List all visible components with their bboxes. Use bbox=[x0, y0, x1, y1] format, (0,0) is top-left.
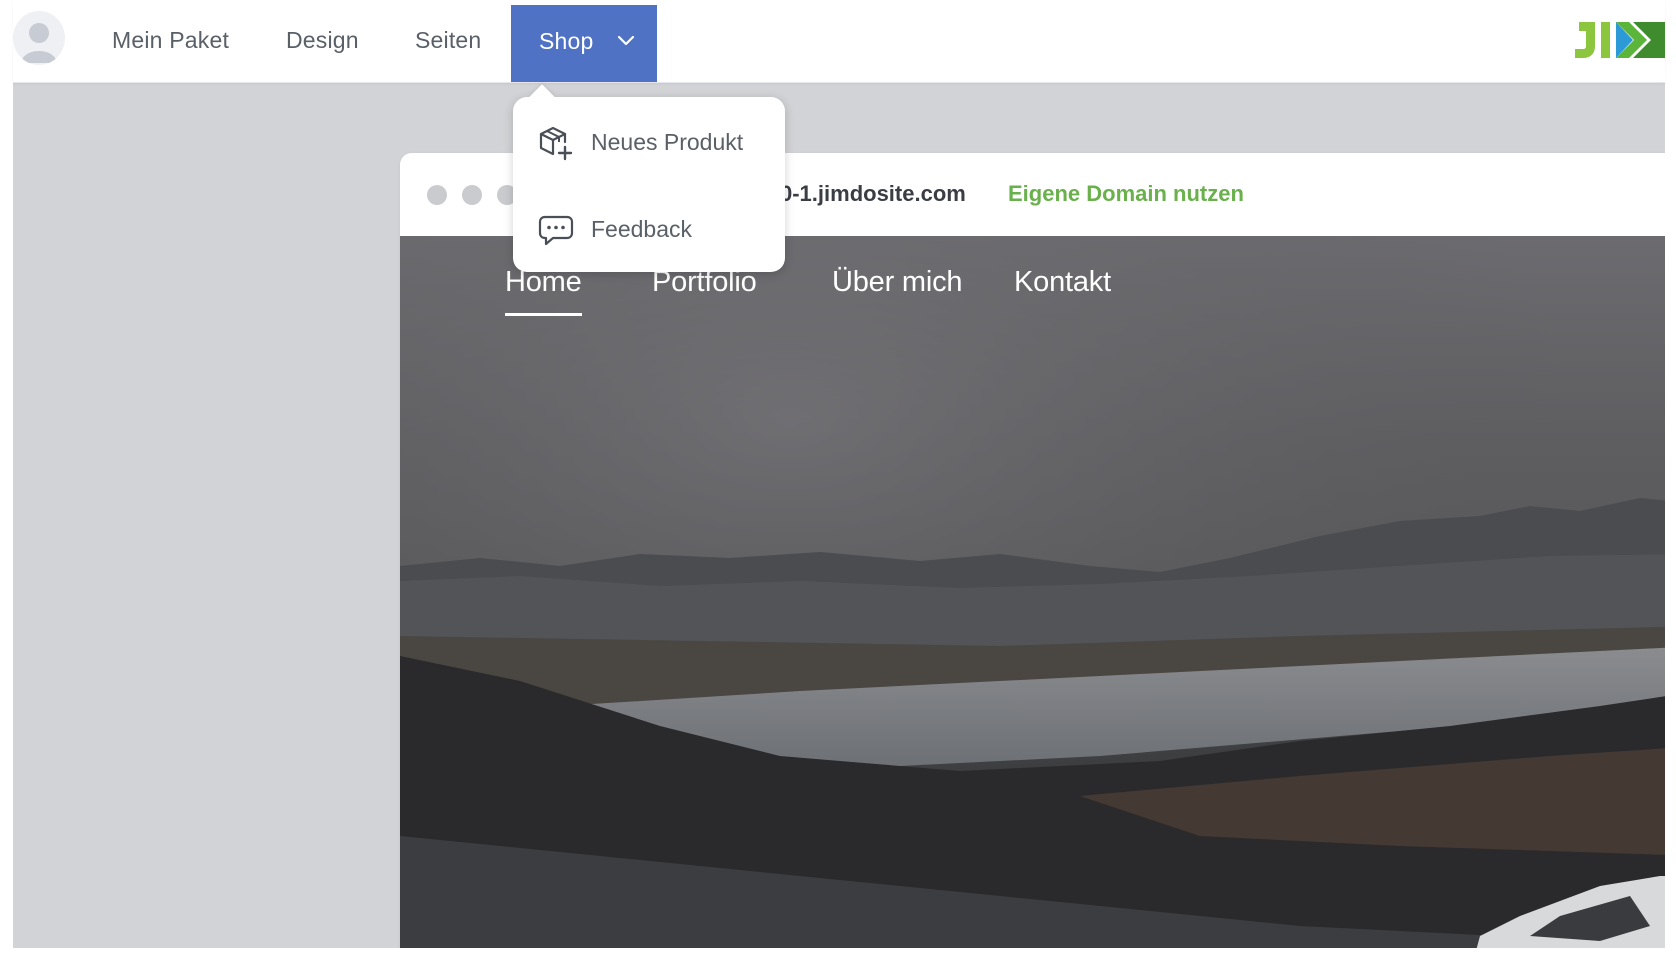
window-dot-icon bbox=[462, 185, 482, 205]
nav-mein-paket[interactable]: Mein Paket bbox=[112, 0, 229, 82]
menu-item-neues-produkt[interactable]: Neues Produkt bbox=[513, 106, 785, 178]
shop-dropdown-menu: Neues Produkt Feedback bbox=[513, 97, 785, 272]
nav-design[interactable]: Design bbox=[286, 0, 359, 82]
nav-shop-button[interactable]: Shop bbox=[511, 5, 657, 82]
site-nav-kontakt[interactable]: Kontakt bbox=[1014, 266, 1111, 299]
site-nav-ueber-mich[interactable]: Über mich bbox=[832, 266, 963, 299]
hero-background-image: Home Portfolio Über mich Kontakt bbox=[400, 236, 1665, 948]
menu-item-label: Feedback bbox=[591, 216, 693, 242]
editor-canvas: 0-1.jimdosite.com Eigene Domain nutzen H… bbox=[13, 82, 1665, 948]
window-dot-icon bbox=[427, 185, 447, 205]
box-plus-icon bbox=[539, 126, 573, 161]
custom-domain-link[interactable]: Eigene Domain nutzen bbox=[1008, 179, 1244, 209]
menu-item-feedback[interactable]: Feedback bbox=[513, 193, 785, 265]
nav-shop-label: Shop bbox=[539, 28, 594, 54]
site-preview-window: 0-1.jimdosite.com Eigene Domain nutzen H… bbox=[400, 153, 1665, 948]
site-url: 0-1.jimdosite.com bbox=[780, 181, 966, 206]
menu-item-label: Neues Produkt bbox=[591, 129, 744, 155]
user-avatar-icon[interactable] bbox=[13, 11, 65, 65]
chat-bubble-icon bbox=[538, 215, 574, 246]
landscape-image bbox=[400, 236, 1665, 948]
jimdo-logo[interactable] bbox=[1573, 18, 1665, 60]
chevron-down-icon bbox=[617, 35, 635, 46]
top-navigation-bar: Mein Paket Design Seiten Shop bbox=[13, 0, 1665, 83]
active-page-underline bbox=[505, 313, 582, 316]
nav-seiten[interactable]: Seiten bbox=[415, 0, 481, 82]
